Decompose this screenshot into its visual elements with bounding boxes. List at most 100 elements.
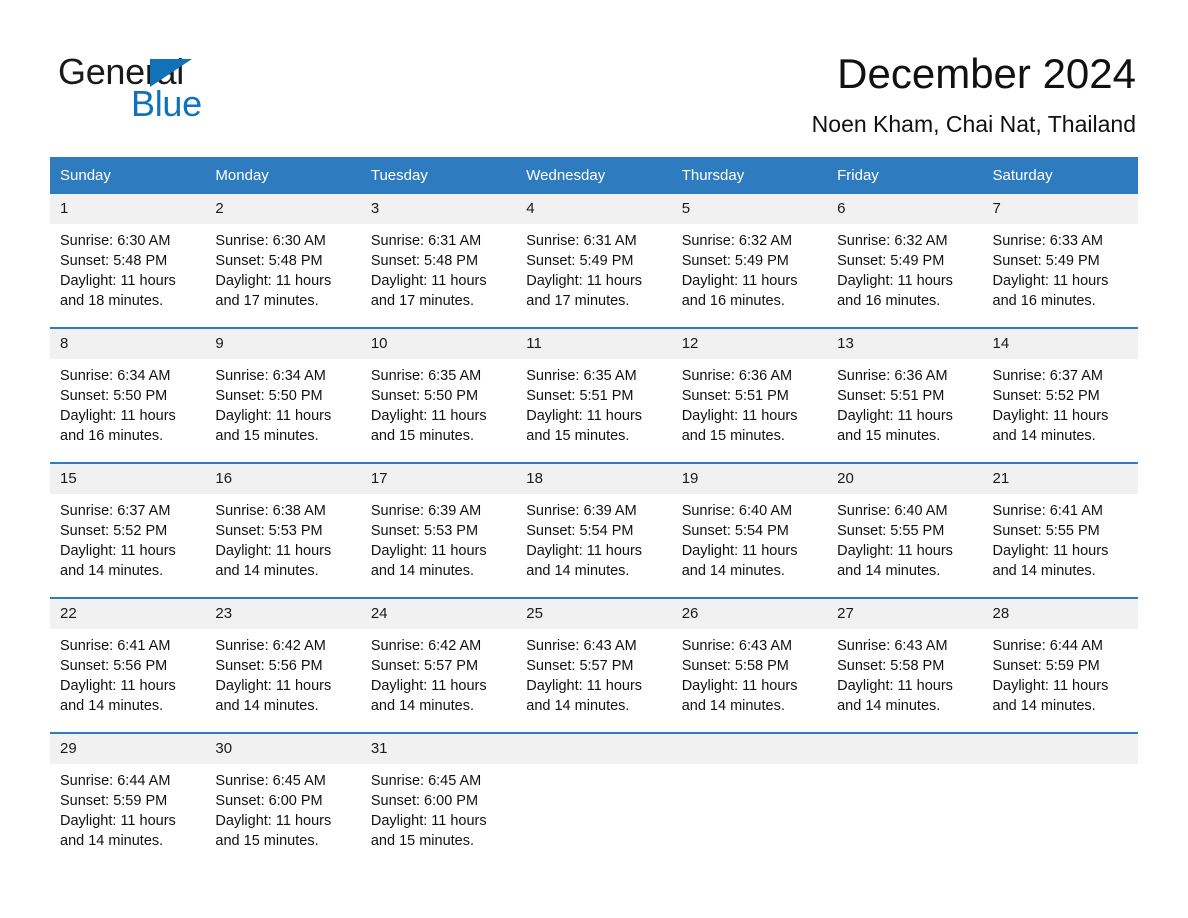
calendar-week-row: 1 Sunrise: 6:30 AM Sunset: 5:48 PM Daylight…	[50, 194, 1138, 328]
daylight-text: Daylight: 11 hours and 14 minutes.	[60, 813, 176, 849]
day-details: Sunrise: 6:37 AM Sunset: 5:52 PM Daylight:…	[50, 494, 205, 581]
daylight-text: Daylight: 11 hours and 18 minutes.	[60, 273, 176, 309]
day-details: Sunrise: 6:43 AM Sunset: 5:57 PM Daylight:…	[516, 629, 671, 716]
daylight-text: Daylight: 11 hours and 14 minutes.	[837, 543, 953, 579]
calendar-day-cell[interactable]: 11 Sunrise: 6:35 AM Sunset: 5:51 PM Dayligh…	[516, 327, 672, 463]
sunrise-text: Sunrise: 6:30 AM	[215, 233, 326, 249]
day-details: Sunrise: 6:42 AM Sunset: 5:56 PM Daylight:…	[205, 629, 360, 716]
daylight-text: Daylight: 11 hours and 15 minutes.	[370, 813, 487, 849]
daylight-text: Daylight: 11 hours and 16 minutes.	[681, 273, 798, 309]
sunrise-text: Sunrise: 6:39 AM	[370, 503, 482, 519]
daylight-text: Daylight: 11 hours and 15 minutes.	[837, 408, 953, 444]
calendar-day-cell[interactable]: 26 Sunrise: 6:43 AM Sunset: 5:58 PM Dayligh…	[671, 597, 828, 733]
sunrise-text: Sunrise: 6:44 AM	[60, 773, 171, 789]
sunrise-text: Sunrise: 6:45 AM	[370, 773, 482, 789]
day-details: Sunrise: 6:35 AM Sunset: 5:51 PM Daylight:…	[516, 359, 671, 446]
day-details: Sunrise: 6:40 AM Sunset: 5:55 PM Daylight:…	[827, 494, 982, 581]
sunrise-text: Sunrise: 6:35 AM	[526, 368, 637, 384]
calendar-day-cell[interactable]: 23 Sunrise: 6:42 AM Sunset: 5:56 PM Dayligh…	[205, 597, 361, 733]
page-header: General Blue December 2024 Noen Kham, Ch…	[0, 0, 1188, 155]
calendar-day-cell[interactable]: 9 Sunrise: 6:34 AM Sunset: 5:50 PM Daylight…	[205, 327, 361, 463]
calendar-day-cell[interactable]: 13 Sunrise: 6:36 AM Sunset: 5:51 PM Dayligh…	[827, 327, 983, 463]
calendar-day-cell[interactable]: 30 Sunrise: 6:45 AM Sunset: 6:00 PM Dayligh…	[205, 732, 361, 867]
calendar-day-cell[interactable]: 27 Sunrise: 6:43 AM Sunset: 5:58 PM Dayligh…	[827, 597, 983, 733]
calendar-day-cell[interactable]: 8 Sunrise: 6:34 AM Sunset: 5:50 PM Daylight…	[50, 327, 206, 463]
sunset-text: Sunset: 5:51 PM	[526, 388, 634, 404]
brand-name-blue: Blue	[131, 83, 202, 124]
sunrise-text: Sunrise: 6:41 AM	[60, 638, 171, 654]
calendar-day-cell[interactable]: 12 Sunrise: 6:36 AM Sunset: 5:51 PM Dayligh…	[671, 327, 828, 463]
weekday-header-tuesday: Tuesday	[360, 157, 517, 194]
calendar-day-cell[interactable]: 7 Sunrise: 6:33 AM Sunset: 5:49 PM Daylight…	[982, 194, 1138, 328]
calendar-day-cell[interactable]: 1 Sunrise: 6:30 AM Sunset: 5:48 PM Daylight…	[50, 194, 206, 328]
calendar-day-cell[interactable]: 6 Sunrise: 6:32 AM Sunset: 5:49 PM Daylight…	[827, 194, 983, 328]
day-number: 15	[50, 464, 206, 494]
calendar-day-cell[interactable]: 24 Sunrise: 6:42 AM Sunset: 5:57 PM Dayligh…	[360, 597, 517, 733]
sunrise-text: Sunrise: 6:34 AM	[215, 368, 326, 384]
sunrise-text: Sunrise: 6:42 AM	[215, 638, 326, 654]
day-details: Sunrise: 6:39 AM Sunset: 5:54 PM Daylight:…	[516, 494, 671, 581]
day-details: Sunrise: 6:43 AM Sunset: 5:58 PM Daylight:…	[672, 629, 827, 716]
day-number: 23	[205, 599, 361, 629]
calendar-day-cell[interactable]: 14 Sunrise: 6:37 AM Sunset: 5:52 PM Dayligh…	[982, 327, 1138, 463]
sunrise-text: Sunrise: 6:38 AM	[215, 503, 326, 519]
sunrise-text: Sunrise: 6:45 AM	[215, 773, 326, 789]
daylight-text: Daylight: 11 hours and 16 minutes.	[60, 408, 176, 444]
sunrise-text: Sunrise: 6:41 AM	[992, 503, 1103, 519]
day-number: 6	[827, 194, 983, 224]
sunset-text: Sunset: 6:00 PM	[370, 793, 479, 809]
day-details: Sunrise: 6:37 AM Sunset: 5:52 PM Daylight:…	[983, 359, 1138, 446]
calendar-week-row: 15 Sunrise: 6:37 AM Sunset: 5:52 PM Dayligh…	[50, 462, 1138, 598]
calendar-day-cell[interactable]: 5 Sunrise: 6:32 AM Sunset: 5:49 PM Daylight…	[671, 194, 828, 328]
calendar-day-cell[interactable]: 31 Sunrise: 6:45 AM Sunset: 6:00 PM Dayligh…	[360, 732, 517, 867]
sunrise-text: Sunrise: 6:32 AM	[837, 233, 948, 249]
calendar-day-cell[interactable]: 19 Sunrise: 6:40 AM Sunset: 5:54 PM Dayligh…	[671, 462, 828, 598]
calendar-empty-cell	[827, 732, 983, 867]
day-number: 22	[50, 599, 206, 629]
day-number	[982, 734, 1138, 764]
sunrise-text: Sunrise: 6:43 AM	[681, 638, 793, 654]
sunrise-text: Sunrise: 6:43 AM	[526, 638, 637, 654]
calendar-day-cell[interactable]: 3 Sunrise: 6:31 AM Sunset: 5:48 PM Daylight…	[360, 194, 517, 328]
sunset-text: Sunset: 5:57 PM	[370, 658, 479, 674]
day-number: 11	[516, 329, 672, 359]
day-number: 19	[671, 464, 828, 494]
day-details: Sunrise: 6:34 AM Sunset: 5:50 PM Daylight:…	[50, 359, 205, 446]
sunset-text: Sunset: 5:58 PM	[681, 658, 789, 674]
calendar-day-cell[interactable]: 21 Sunrise: 6:41 AM Sunset: 5:55 PM Dayligh…	[982, 462, 1138, 598]
daylight-text: Daylight: 11 hours and 15 minutes.	[215, 813, 332, 849]
calendar-day-cell[interactable]: 4 Sunrise: 6:31 AM Sunset: 5:49 PM Daylight…	[516, 194, 672, 328]
daylight-text: Daylight: 11 hours and 17 minutes.	[215, 273, 332, 309]
calendar-day-cell[interactable]: 20 Sunrise: 6:40 AM Sunset: 5:55 PM Dayligh…	[827, 462, 983, 598]
day-number: 29	[50, 734, 206, 764]
day-details: Sunrise: 6:45 AM Sunset: 6:00 PM Daylight:…	[205, 764, 360, 851]
calendar-header-row: Sunday Monday Tuesday Wednesday Thursday…	[50, 157, 1138, 194]
calendar-day-cell[interactable]: 28 Sunrise: 6:44 AM Sunset: 5:59 PM Dayligh…	[982, 597, 1138, 733]
general-blue-logo: General Blue	[58, 52, 388, 127]
calendar-container: Sunday Monday Tuesday Wednesday Thursday…	[50, 157, 1138, 867]
calendar-day-cell[interactable]: 17 Sunrise: 6:39 AM Sunset: 5:53 PM Dayligh…	[360, 462, 517, 598]
sunset-text: Sunset: 5:50 PM	[215, 388, 323, 404]
calendar-day-cell[interactable]: 16 Sunrise: 6:38 AM Sunset: 5:53 PM Dayligh…	[205, 462, 361, 598]
day-details: Sunrise: 6:32 AM Sunset: 5:49 PM Daylight:…	[827, 224, 982, 311]
calendar-day-cell[interactable]: 15 Sunrise: 6:37 AM Sunset: 5:52 PM Dayligh…	[50, 462, 206, 598]
calendar-day-cell[interactable]: 29 Sunrise: 6:44 AM Sunset: 5:59 PM Dayligh…	[50, 732, 206, 867]
calendar-day-cell[interactable]: 22 Sunrise: 6:41 AM Sunset: 5:56 PM Dayligh…	[50, 597, 206, 733]
calendar-day-cell[interactable]: 18 Sunrise: 6:39 AM Sunset: 5:54 PM Dayligh…	[516, 462, 672, 598]
daylight-text: Daylight: 11 hours and 15 minutes.	[215, 408, 332, 444]
sunset-text: Sunset: 5:49 PM	[992, 253, 1100, 269]
calendar-body: 1 Sunrise: 6:30 AM Sunset: 5:48 PM Daylight…	[50, 194, 1138, 867]
sunset-text: Sunset: 5:52 PM	[60, 523, 168, 539]
day-details: Sunrise: 6:41 AM Sunset: 5:55 PM Daylight:…	[983, 494, 1138, 581]
calendar-week-row: 22 Sunrise: 6:41 AM Sunset: 5:56 PM Dayligh…	[50, 597, 1138, 733]
calendar-empty-cell	[982, 732, 1138, 867]
calendar-day-cell[interactable]: 10 Sunrise: 6:35 AM Sunset: 5:50 PM Dayligh…	[360, 327, 517, 463]
day-details: Sunrise: 6:41 AM Sunset: 5:56 PM Daylight:…	[50, 629, 205, 716]
calendar-day-cell[interactable]: 25 Sunrise: 6:43 AM Sunset: 5:57 PM Dayligh…	[516, 597, 672, 733]
daylight-text: Daylight: 11 hours and 14 minutes.	[992, 543, 1109, 579]
calendar-week-row: 29 Sunrise: 6:44 AM Sunset: 5:59 PM Dayligh…	[50, 732, 1138, 867]
day-number: 16	[205, 464, 361, 494]
calendar-day-cell[interactable]: 2 Sunrise: 6:30 AM Sunset: 5:48 PM Daylight…	[205, 194, 361, 328]
weekday-header-friday: Friday	[827, 157, 983, 194]
day-number: 10	[360, 329, 517, 359]
